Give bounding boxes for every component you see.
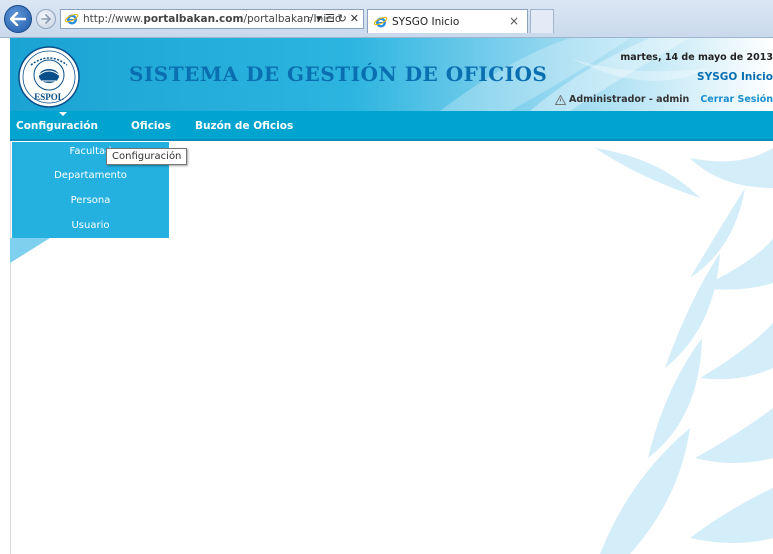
- arrow-right-icon: [41, 14, 51, 24]
- forward-button[interactable]: [36, 9, 56, 29]
- refresh-icon[interactable]: ↻: [338, 12, 347, 26]
- user-label: Administrador - admin: [568, 94, 690, 105]
- date-text: martes, 14 de mayo de 2013: [620, 52, 773, 63]
- dropdown-item-persona[interactable]: Persona: [12, 195, 169, 206]
- url-text: http://www.portalbakan.com/portalbakan/I…: [83, 13, 342, 25]
- address-tools: ⌕ ▾ ☰ ↻ ✕: [307, 12, 359, 26]
- tab-title: SYSGO Inicio: [392, 15, 460, 28]
- page-content: ESPOL SISTEMA DE GESTIÓN DE OFICIOS mart…: [0, 38, 773, 554]
- dropdown-item-departamento[interactable]: Departamento: [12, 170, 169, 181]
- dropdown-arrow-icon[interactable]: ▾: [316, 12, 322, 26]
- logout-link[interactable]: Cerrar Sesión: [700, 94, 773, 105]
- user-info: Administrador - admin Cerrar Sesión: [554, 94, 773, 105]
- main-menu: Configuración Oficios Buzón de Oficios: [10, 111, 773, 141]
- close-tab-icon[interactable]: ×: [509, 14, 519, 28]
- tooltip: Configuración: [106, 148, 188, 165]
- arrow-left-icon: [10, 12, 26, 26]
- browser-tab[interactable]: SYSGO Inicio ×: [367, 9, 528, 33]
- site-header: ESPOL SISTEMA DE GESTIÓN DE OFICIOS mart…: [10, 38, 773, 111]
- address-bar[interactable]: http://www.portalbakan.com/portalbakan/I…: [60, 9, 364, 29]
- browser-toolbar: http://www.portalbakan.com/portalbakan/I…: [0, 0, 773, 38]
- chevron-down-icon: [59, 112, 67, 116]
- back-button[interactable]: [4, 5, 32, 33]
- site-title: SISTEMA DE GESTIÓN DE OFICIOS: [129, 62, 548, 86]
- dropdown-item-usuario[interactable]: Usuario: [12, 220, 169, 231]
- logo-text: ESPOL: [34, 92, 64, 102]
- stop-icon[interactable]: ✕: [350, 12, 359, 26]
- search-icon[interactable]: ⌕: [307, 12, 313, 26]
- ie-icon: [374, 16, 388, 27]
- menu-item-configuracion[interactable]: Configuración: [16, 120, 98, 132]
- compat-view-icon[interactable]: ☰: [325, 12, 335, 26]
- menu-item-buzon[interactable]: Buzón de Oficios: [195, 120, 293, 132]
- menu-item-oficios[interactable]: Oficios: [131, 120, 171, 132]
- espol-logo: ESPOL: [18, 46, 80, 108]
- user-warning-icon: [554, 94, 566, 105]
- ie-icon: [65, 13, 79, 25]
- new-tab-button[interactable]: [530, 9, 554, 33]
- app-name-link[interactable]: SYSGO Inicio: [697, 71, 773, 83]
- dropdown-accent: [10, 238, 50, 263]
